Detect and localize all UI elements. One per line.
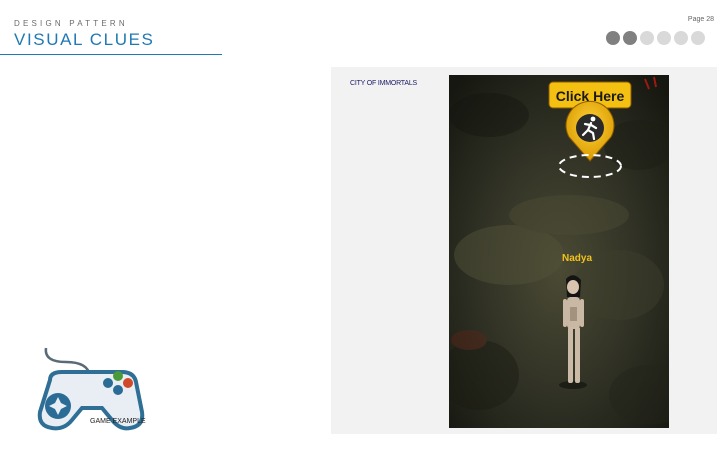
section-kicker: DESIGN PATTERN [14, 19, 128, 28]
progress-dot [691, 31, 705, 45]
page-title: VISUAL CLUES [14, 30, 155, 49]
progress-dot [606, 31, 620, 45]
progress-dot [623, 31, 637, 45]
progress-dot [657, 31, 671, 45]
progress-dot [640, 31, 654, 45]
progress-dot [674, 31, 688, 45]
game-example-label: GAME EXAMPLE [90, 418, 146, 425]
progress-dots [606, 31, 705, 45]
game-screenshot: Click Here Nadya [449, 75, 669, 428]
page-number: Page 28 [687, 16, 714, 23]
character-name: Nadya [562, 253, 592, 264]
example-caption: CITY OF IMMORTALS [350, 80, 417, 87]
title-underline [0, 54, 222, 55]
